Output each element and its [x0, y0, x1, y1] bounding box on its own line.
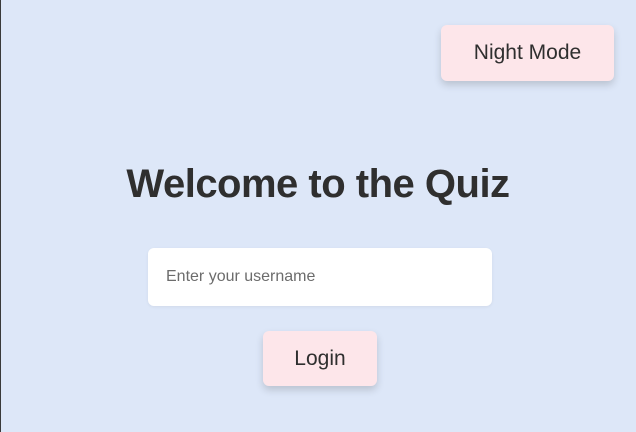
window-left-border: [0, 0, 1, 432]
username-input[interactable]: [148, 248, 492, 306]
night-mode-button[interactable]: Night Mode: [441, 25, 614, 81]
login-button[interactable]: Login: [263, 331, 377, 386]
page-title: Welcome to the Quiz: [126, 162, 510, 206]
